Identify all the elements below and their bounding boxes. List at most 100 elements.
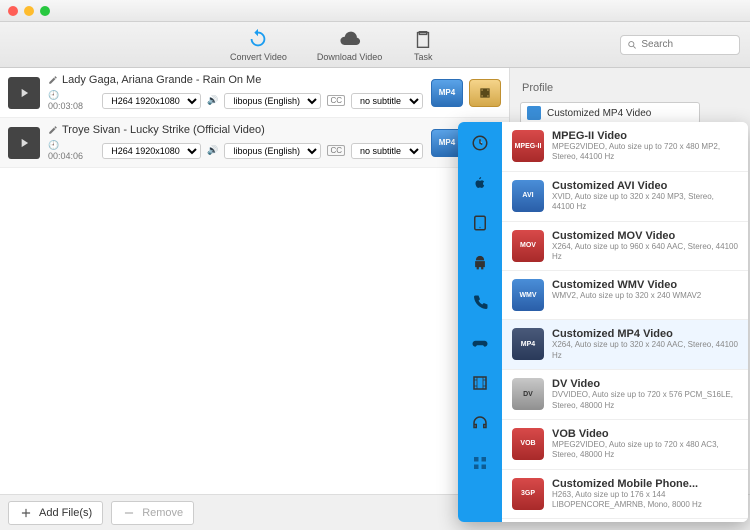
search-box[interactable] — [620, 35, 740, 55]
task-button[interactable]: Task — [412, 28, 434, 62]
profile-format-icon: AVI — [512, 180, 544, 212]
profile-mini-icon — [527, 106, 541, 120]
film-strip-icon — [471, 374, 489, 392]
play-icon — [17, 86, 31, 100]
category-audio[interactable] — [469, 412, 491, 434]
category-android[interactable] — [469, 252, 491, 274]
video-row[interactable]: Troye Sivan - Lucky Strike (Official Vid… — [0, 118, 509, 168]
profile-name: Customized Mobile Phone... — [552, 478, 738, 490]
profile-picker-popover: MPEG-IIMPEG-II VideoMPEG2VIDEO, Auto siz… — [458, 122, 748, 522]
headphones-icon — [471, 414, 489, 432]
profile-format-icon: 3GP — [512, 478, 544, 510]
android-icon — [471, 254, 489, 272]
minus-icon — [122, 506, 136, 520]
profile-list[interactable]: MPEG-IIMPEG-II VideoMPEG2VIDEO, Auto siz… — [502, 122, 748, 522]
edit-video-button[interactable] — [469, 79, 501, 107]
profile-name: DV Video — [552, 378, 738, 390]
profile-item[interactable]: VOB VOB VideoMPEG2VIDEO, Auto size up to … — [502, 420, 748, 470]
profile-format-icon: VOB — [512, 428, 544, 460]
play-icon — [17, 136, 31, 150]
close-window-button[interactable] — [8, 6, 18, 16]
output-format-badge[interactable]: MP4 — [431, 79, 463, 107]
pencil-icon[interactable] — [48, 125, 58, 135]
audio-icon: 🔊 — [207, 95, 218, 106]
profile-item[interactable]: DVDV VideoDVVIDEO, Auto size up to 720 x… — [502, 370, 748, 420]
profile-format-icon: MOV — [512, 230, 544, 262]
format-select[interactable]: H264 1920x1080 — [102, 143, 201, 159]
profile-item[interactable]: MPEG-II MPEG-II VideoMPEG2VIDEO, Auto siz… — [502, 122, 748, 172]
cloud-download-icon — [339, 28, 361, 50]
profile-description: MPEG2VIDEO, Auto size up to 720 x 480 MP… — [552, 142, 738, 163]
category-more[interactable] — [469, 452, 491, 474]
clipboard-icon — [412, 28, 434, 50]
search-icon — [627, 39, 637, 51]
video-list: Lady Gaga, Ariana Grande - Rain On Me 00… — [0, 68, 509, 494]
profile-selected-value: Customized MP4 Video — [547, 108, 651, 119]
video-thumbnail[interactable] — [8, 127, 40, 159]
profile-description: WMV2, Auto size up to 320 x 240 WMAV2 — [552, 291, 701, 301]
plus-icon — [19, 506, 33, 520]
subtitle-select[interactable]: no subtitle — [351, 93, 423, 109]
apple-icon — [471, 174, 489, 192]
search-input[interactable] — [641, 39, 733, 50]
profile-format-icon: MPEG-II — [512, 130, 544, 162]
profile-heading: Profile — [522, 82, 740, 94]
video-row[interactable]: Lady Gaga, Ariana Grande - Rain On Me 00… — [0, 68, 509, 118]
profile-item[interactable]: WMVCustomized WMV VideoWMV2, Auto size u… — [502, 271, 748, 320]
remove-label: Remove — [142, 507, 183, 519]
refresh-icon — [247, 28, 269, 50]
profile-name: Customized AVI Video — [552, 180, 738, 192]
category-gamepad[interactable] — [469, 332, 491, 354]
clock-icon — [471, 134, 489, 152]
category-film[interactable] — [469, 372, 491, 394]
profile-item[interactable]: 3GP Customized Mobile Phone...H263, Auto … — [502, 470, 748, 520]
pencil-icon[interactable] — [48, 75, 58, 85]
profile-description: MPEG2VIDEO, Auto size up to 720 x 480 AC… — [552, 440, 738, 461]
minimize-window-button[interactable] — [24, 6, 34, 16]
profile-dropdown[interactable]: Customized MP4 Video — [520, 102, 700, 124]
convert-video-button[interactable]: Convert Video — [230, 28, 287, 62]
profile-name: Customized MOV Video — [552, 230, 738, 242]
convert-video-label: Convert Video — [230, 52, 287, 62]
window-controls — [8, 6, 50, 16]
category-recent[interactable] — [469, 132, 491, 154]
video-thumbnail[interactable] — [8, 77, 40, 109]
profile-description: XVID, Auto size up to 320 x 240 MP3, Ste… — [552, 192, 738, 213]
add-files-button[interactable]: Add File(s) — [8, 501, 103, 525]
task-label: Task — [414, 52, 433, 62]
profile-name: VOB Video — [552, 428, 738, 440]
profile-format-icon: MP4 — [512, 328, 544, 360]
video-title: Lady Gaga, Ariana Grande - Rain On Me — [62, 74, 261, 86]
audio-select[interactable]: libopus (English) — [224, 143, 321, 159]
profile-item[interactable]: MOV Customized MOV VideoX264, Auto size u… — [502, 222, 748, 272]
profile-category-sidebar — [458, 122, 502, 522]
profile-item[interactable]: AVI Customized AVI VideoXVID, Auto size u… — [502, 172, 748, 222]
maximize-window-button[interactable] — [40, 6, 50, 16]
profile-name: Customized WMV Video — [552, 279, 701, 291]
main-area: Lady Gaga, Ariana Grande - Rain On Me 00… — [0, 68, 750, 494]
format-select[interactable]: H264 1920x1080 — [102, 93, 201, 109]
profile-item[interactable]: MP4 Customized MP4 VideoX264, Auto size u… — [502, 320, 748, 370]
download-video-label: Download Video — [317, 52, 382, 62]
profile-description: H263, Auto size up to 176 x 144 LIBOPENC… — [552, 490, 738, 511]
remove-button[interactable]: Remove — [111, 501, 194, 525]
grid-icon — [471, 454, 489, 472]
profile-name: Customized MP4 Video — [552, 328, 738, 340]
category-phone[interactable] — [469, 292, 491, 314]
profile-name: MPEG-II Video — [552, 130, 738, 142]
film-icon — [477, 86, 493, 100]
cc-label: CC — [327, 145, 345, 156]
profile-description: X264, Auto size up to 320 x 240 AAC, Ste… — [552, 340, 738, 361]
gamepad-icon — [471, 334, 489, 352]
download-video-button[interactable]: Download Video — [317, 28, 382, 62]
add-files-label: Add File(s) — [39, 507, 92, 519]
category-tablet[interactable] — [469, 212, 491, 234]
video-duration: 00:04:06 — [48, 140, 96, 161]
video-list-pane: Lady Gaga, Ariana Grande - Rain On Me 00… — [0, 68, 510, 494]
profile-description: DVVIDEO, Auto size up to 720 x 576 PCM_S… — [552, 390, 738, 411]
profile-description: X264, Auto size up to 960 x 640 AAC, Ste… — [552, 242, 738, 263]
subtitle-select[interactable]: no subtitle — [351, 143, 423, 159]
video-title: Troye Sivan - Lucky Strike (Official Vid… — [62, 124, 265, 136]
category-apple[interactable] — [469, 172, 491, 194]
audio-select[interactable]: libopus (English) — [224, 93, 321, 109]
